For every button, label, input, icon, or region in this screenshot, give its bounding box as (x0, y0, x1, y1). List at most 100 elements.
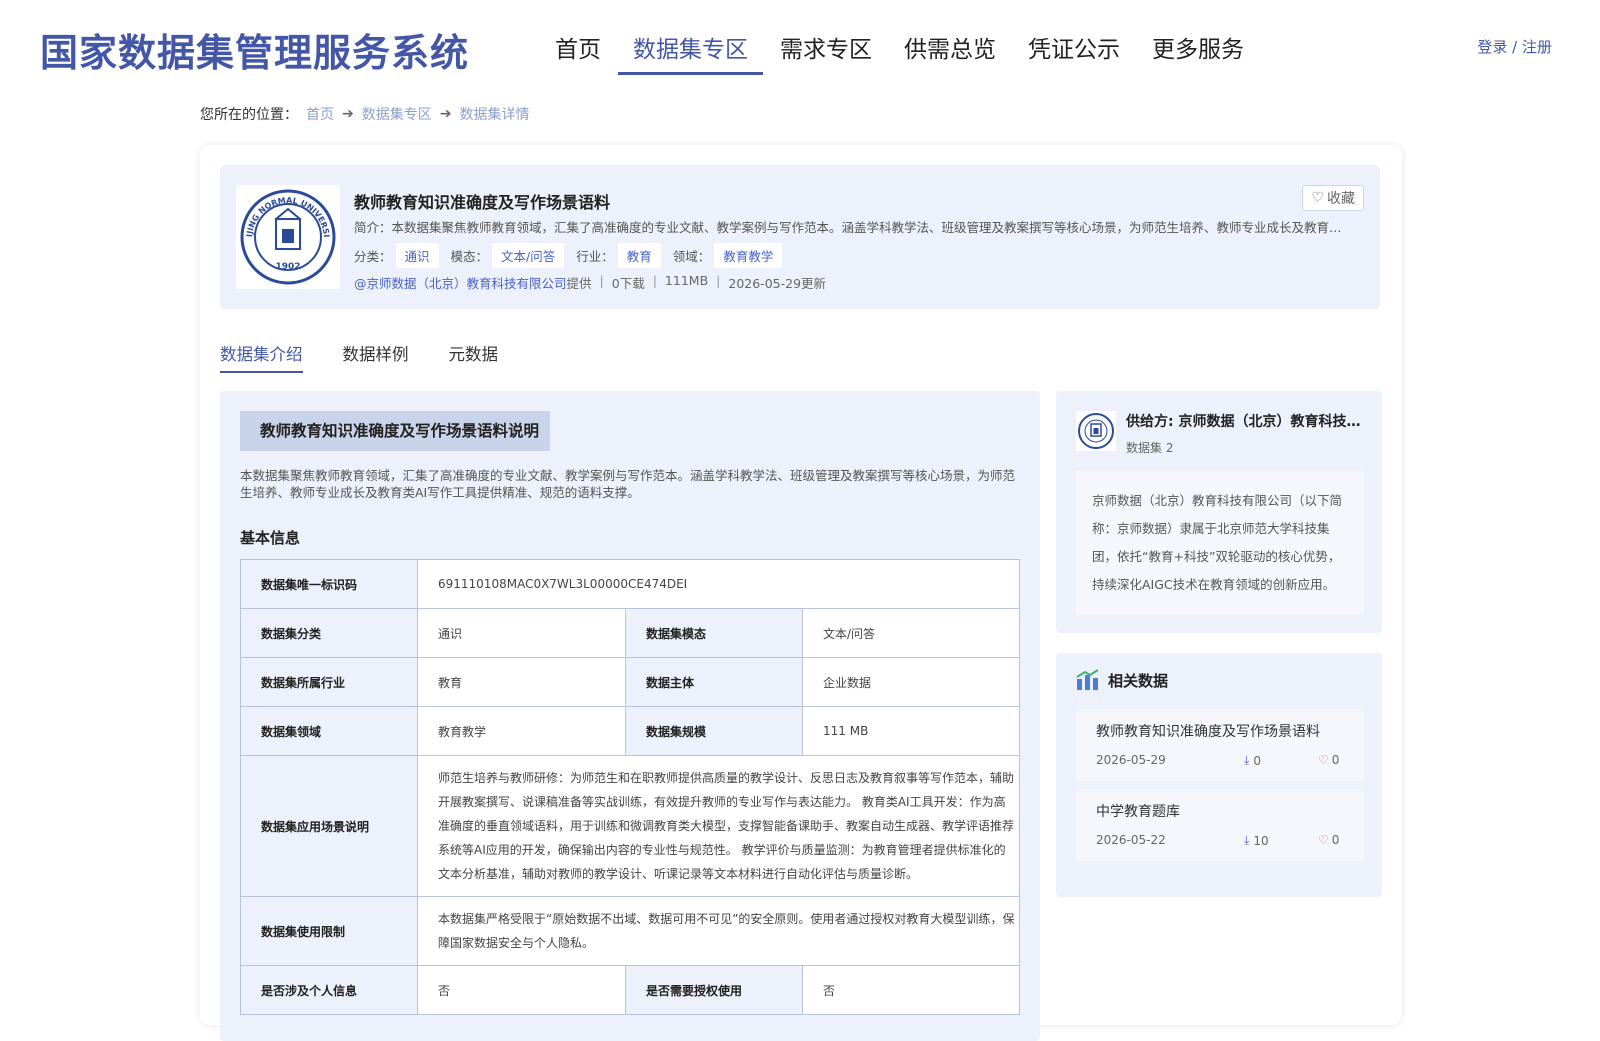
tab-metadata[interactable]: 元数据 (449, 341, 499, 373)
tab-samples[interactable]: 数据样例 (343, 341, 409, 373)
related-item-likes[interactable]: ♡ 0 (1318, 833, 1339, 847)
related-data-card: 相关数据 教师教育知识准确度及写作场景语料 2026-05-29 ⤓ 0 ♡ 0… (1056, 653, 1382, 897)
related-item-downloads: ⤓ 10 (1244, 833, 1269, 848)
nav-certificates[interactable]: 凭证公示 (1013, 26, 1135, 75)
intro-text: 本数据集聚焦教师教育领域，汇集了高准确度的专业文献、教学案例与写作范本。涵盖学科… (240, 468, 1016, 500)
intro-banner: 教师教育知识准确度及写作场景语料说明 (240, 411, 550, 451)
main-nav: 首页 数据集专区 需求专区 供需总览 凭证公示 更多服务 (540, 26, 1261, 75)
tag-label-domain: 领域： (672, 249, 711, 264)
table-row: 数据集领域 教育教学 数据集规模 111 MB (240, 706, 1020, 756)
bar-chart-icon (1076, 669, 1099, 690)
login-register-link[interactable]: 登录 / 注册 (1477, 36, 1552, 57)
dataset-meta: @京师数据（北京）教育科技有限公司 提供 | 0下载 | 111MB | 202… (354, 273, 827, 292)
table-row: 数据集分类 通识 数据集模态 文本/问答 (240, 608, 1020, 658)
table-value: 否 (802, 965, 1020, 1015)
table-label: 数据集规模 (625, 706, 803, 756)
tag-category[interactable]: 通识 (395, 243, 439, 268)
top-header: 国家数据集管理服务系统 首页 数据集专区 需求专区 供需总览 凭证公示 更多服务… (0, 0, 1600, 90)
nav-more[interactable]: 更多服务 (1137, 26, 1259, 75)
related-item-name[interactable]: 教师教育知识准确度及写作场景语料 (1096, 721, 1320, 741)
table-value: 教育教学 (417, 706, 626, 756)
nav-overview[interactable]: 供需总览 (889, 26, 1011, 75)
download-count: 0下载 (611, 276, 645, 291)
supplier-name[interactable]: 供给方: 京师数据（北京）教育科技有限公司 (1126, 411, 1362, 431)
dataset-header: BEIJING NORMAL UNIVERSITY 1902 教师教育知识准确度… (220, 165, 1380, 309)
download-count: 10 (1253, 833, 1269, 848)
table-label: 数据集模态 (625, 608, 803, 658)
dataset-title: 教师教育知识准确度及写作场景语料 (354, 193, 611, 212)
basic-info-table: 数据集唯一标识码 691110108MAC0X7WL3L00000CE474DE… (240, 559, 1020, 1015)
dataset-description: 简介：本数据集聚焦教师教育领域，汇集了高准确度的专业文献、教学案例与写作范本。涵… (354, 220, 1354, 235)
university-seal-icon (1078, 413, 1114, 449)
favorite-button[interactable]: ♡ 收藏 (1302, 185, 1364, 211)
tag-industry[interactable]: 教育 (617, 243, 661, 268)
tag-label-category: 分类： (354, 249, 392, 264)
tag-label-industry: 行业： (576, 249, 614, 264)
table-value: 师范生培养与教师研修：为师范生和在职教师提供高质量的教学设计、反思日志及教育叙事… (417, 755, 1020, 897)
breadcrumb-detail: 数据集详情 (459, 107, 530, 123)
table-label: 是否需要授权使用 (625, 965, 803, 1015)
like-count: 0 (1331, 753, 1340, 767)
table-value: 否 (417, 965, 626, 1015)
provider-link[interactable]: @京师数据（北京）教育科技有限公司 (354, 273, 567, 292)
heart-icon: ♡ (1311, 190, 1324, 206)
related-title: 相关数据 (1108, 671, 1169, 690)
supplier-card: 供给方: 京师数据（北京）教育科技有限公司 数据集 2 京师数据（北京）教育科技… (1056, 391, 1382, 633)
dataset-tags: 分类： 通识 模态： 文本/问答 行业： 教育 领域： 教育教学 (354, 243, 794, 268)
detail-tabs: 数据集介绍 数据样例 元数据 (220, 341, 538, 373)
related-item-likes[interactable]: ♡ 0 (1318, 753, 1339, 767)
table-label: 数据集使用限制 (240, 896, 418, 966)
table-row: 是否涉及个人信息 否 是否需要授权使用 否 (240, 965, 1020, 1015)
table-value: 教育 (417, 657, 626, 707)
university-seal-icon: BEIJING NORMAL UNIVERSITY 1902 (240, 189, 336, 285)
download-count: 0 (1253, 753, 1261, 768)
intro-panel: 教师教育知识准确度及写作场景语料说明 本数据集聚焦教师教育领域，汇集了高准确度的… (220, 391, 1040, 1041)
supplier-description: 京师数据（北京）教育科技有限公司（以下简称：京师数据）隶属于北京师范大学科技集团… (1076, 471, 1364, 615)
breadcrumb-home[interactable]: 首页 (306, 104, 334, 124)
tag-modality[interactable]: 文本/问答 (492, 243, 565, 268)
arrow-right-icon: ➔ (439, 106, 452, 122)
download-icon: ⤓ (1244, 753, 1250, 767)
table-row: 数据集使用限制 本数据集严格受限于“原始数据不出域、数据可用不可见”的安全原则。… (240, 896, 1020, 966)
breadcrumb-datasets[interactable]: 数据集专区 (362, 104, 432, 124)
table-label: 数据集应用场景说明 (240, 755, 418, 897)
related-item-downloads: ⤓ 0 (1244, 753, 1261, 768)
breadcrumb-prefix: 您所在的位置： (200, 107, 298, 123)
table-label: 数据主体 (625, 657, 803, 707)
table-value: 本数据集严格受限于“原始数据不出域、数据可用不可见”的安全原则。使用者通过授权对… (417, 896, 1020, 966)
tag-label-modality: 模态： (450, 249, 489, 264)
related-item-name[interactable]: 中学教育题库 (1096, 801, 1180, 821)
table-value: 通识 (417, 608, 626, 658)
list-item[interactable]: 教师教育知识准确度及写作场景语料 2026-05-29 ⤓ 0 ♡ 0 (1076, 709, 1364, 781)
table-label: 数据集所属行业 (240, 657, 418, 707)
nav-datasets[interactable]: 数据集专区 (618, 26, 763, 75)
nav-home[interactable]: 首页 (540, 26, 616, 75)
tag-domain[interactable]: 教育教学 (714, 243, 783, 268)
provider-suffix: 提供 (566, 276, 592, 291)
update-date: 2026-05-29更新 (728, 276, 827, 291)
table-label: 数据集唯一标识码 (240, 559, 418, 609)
nav-demands[interactable]: 需求专区 (765, 26, 887, 75)
supplier-logo (1076, 411, 1116, 451)
arrow-right-icon: ➔ (342, 106, 354, 122)
table-value: 文本/问答 (802, 608, 1020, 658)
table-value: 111 MB (802, 706, 1020, 756)
download-icon: ⤓ (1244, 833, 1250, 847)
table-value: 企业数据 (802, 657, 1020, 707)
list-item[interactable]: 中学教育题库 2026-05-22 ⤓ 10 ♡ 0 (1076, 789, 1364, 861)
tab-intro[interactable]: 数据集介绍 (220, 341, 303, 373)
breadcrumb: 您所在的位置： 首页 ➔ 数据集专区 ➔ 数据集详情 (200, 104, 529, 124)
table-label: 数据集分类 (240, 608, 418, 658)
heart-icon: ♡ (1318, 833, 1329, 847)
dataset-logo: BEIJING NORMAL UNIVERSITY 1902 (236, 185, 340, 289)
table-row: 数据集应用场景说明 师范生培养与教师研修：为师范生和在职教师提供高质量的教学设计… (240, 755, 1020, 897)
related-header: 相关数据 (1076, 669, 1168, 691)
seal-year: 1902 (275, 262, 300, 272)
related-item-date: 2026-05-22 (1096, 833, 1166, 847)
table-row: 数据集唯一标识码 691110108MAC0X7WL3L00000CE474DE… (240, 559, 1020, 609)
related-item-date: 2026-05-29 (1096, 753, 1166, 767)
site-title[interactable]: 国家数据集管理服务系统 (40, 22, 469, 77)
table-value: 691110108MAC0X7WL3L00000CE474DEI (417, 559, 1020, 609)
basic-info-title: 基本信息 (240, 529, 301, 547)
dataset-size: 111MB (664, 273, 709, 288)
